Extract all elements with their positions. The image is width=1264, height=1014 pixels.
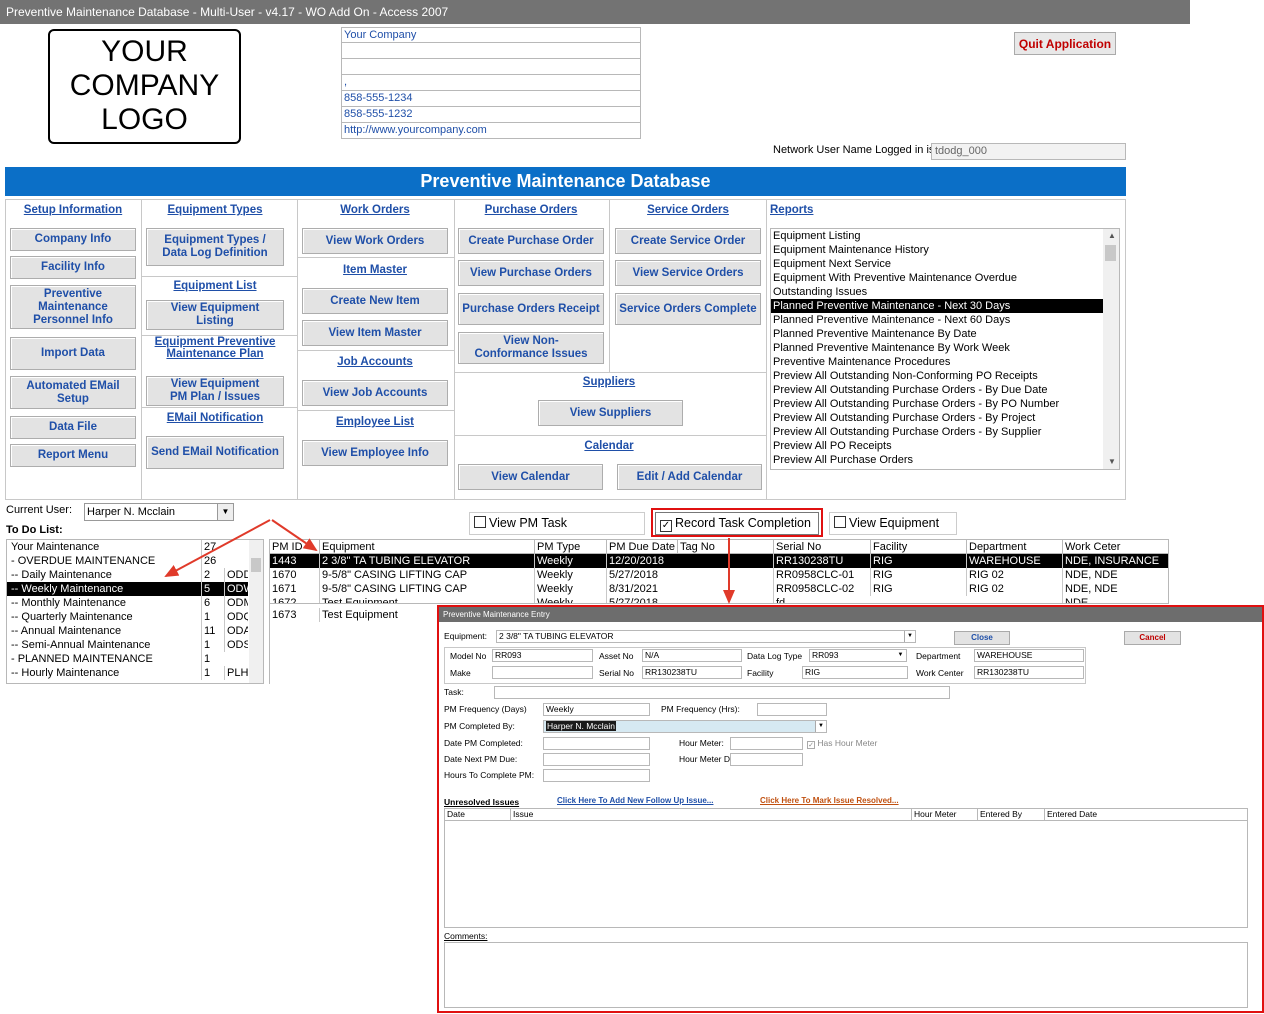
pm-entry-dialog: Preventive Maintenance Entry Equipment: … xyxy=(437,605,1264,1013)
facility-label: Facility xyxy=(747,668,774,678)
dialog-title: Preventive Maintenance Entry xyxy=(439,607,1262,622)
data-log-value: RR093 xyxy=(812,650,839,660)
close-button[interactable]: Close xyxy=(954,631,1010,645)
asset-no-label: Asset No xyxy=(599,651,634,661)
data-log-select[interactable]: RR093 ▼ xyxy=(809,649,907,662)
model-no-label: Model No xyxy=(450,651,487,661)
chevron-down-icon[interactable]: ▼ xyxy=(904,631,915,642)
completed-by-label: PM Completed By: xyxy=(444,721,515,731)
equipment-value: 2 3/8" TA TUBING ELEVATOR xyxy=(499,631,614,641)
hours-label: Hours To Complete PM: xyxy=(444,770,535,780)
facility-field[interactable]: RIG xyxy=(802,666,908,679)
issue-col-hour-meter: Hour Meter xyxy=(911,809,957,820)
equipment-select[interactable]: 2 3/8" TA TUBING ELEVATOR ▼ xyxy=(496,630,916,643)
task-field[interactable] xyxy=(494,686,950,699)
chevron-down-icon[interactable]: ▼ xyxy=(815,721,826,732)
hour-meter-due-field[interactable] xyxy=(730,753,803,766)
arrow-to-grid xyxy=(271,519,318,552)
task-label: Task: xyxy=(444,687,464,697)
asset-no-field[interactable]: N/A xyxy=(642,649,742,662)
pm-freq-hrs-label: PM Frequency (Hrs): xyxy=(661,704,740,714)
comments-field[interactable] xyxy=(444,942,1248,1008)
add-issue-link[interactable]: Click Here To Add New Follow Up Issue... xyxy=(557,796,713,805)
cancel-button[interactable]: Cancel xyxy=(1124,631,1181,645)
department-label: Department xyxy=(916,651,961,661)
data-log-label: Data Log Type xyxy=(747,651,803,661)
issue-col-entered-date: Entered Date xyxy=(1044,809,1097,820)
pm-freq-hrs-field[interactable] xyxy=(757,703,827,716)
has-hour-meter-label: Has Hour Meter xyxy=(817,738,878,748)
date-next-field[interactable] xyxy=(543,753,650,766)
date-completed-label: Date PM Completed: xyxy=(444,738,523,748)
pm-freq-days-field[interactable]: Weekly xyxy=(543,703,650,716)
hour-meter-field[interactable] xyxy=(730,737,803,750)
issue-col-issue: Issue xyxy=(510,809,533,820)
completed-by-select[interactable]: Harper N. Mcclain ▼ xyxy=(543,720,827,733)
issue-col-entered-by: Entered By xyxy=(977,809,1022,820)
hours-field[interactable] xyxy=(543,769,650,782)
serial-no-field[interactable]: RR130238TU xyxy=(642,666,742,679)
arrow-to-todo xyxy=(164,519,271,577)
hour-meter-label: Hour Meter: xyxy=(679,738,724,748)
completed-by-value: Harper N. Mcclain xyxy=(546,721,617,731)
equipment-label: Equipment: xyxy=(444,631,487,641)
department-field[interactable]: WAREHOUSE xyxy=(974,649,1084,662)
issue-col-date: Date xyxy=(447,809,465,819)
chevron-down-icon[interactable]: ▼ xyxy=(895,650,906,661)
pm-freq-days-label: PM Frequency (Days) xyxy=(444,704,527,714)
issues-header: Date Issue Hour Meter Entered By Entered… xyxy=(445,809,1247,821)
issues-grid[interactable]: Date Issue Hour Meter Entered By Entered… xyxy=(444,808,1248,928)
resolve-issue-link[interactable]: Click Here To Mark Issue Resolved... xyxy=(760,796,899,805)
serial-no-label: Serial No xyxy=(599,668,634,678)
model-no-field[interactable]: RR093 xyxy=(492,649,593,662)
work-center-field[interactable]: RR130238TU xyxy=(974,666,1084,679)
check-icon[interactable]: ✓ xyxy=(807,741,815,749)
make-label: Make xyxy=(450,668,471,678)
comments-label: Comments: xyxy=(444,931,488,941)
date-next-label: Date Next PM Due: xyxy=(444,754,518,764)
make-field[interactable] xyxy=(492,666,593,679)
work-center-label: Work Center xyxy=(916,668,964,678)
date-completed-field[interactable] xyxy=(543,737,650,750)
unresolved-issues-label: Unresolved Issues xyxy=(444,797,520,807)
has-hour-meter[interactable]: ✓ Has Hour Meter xyxy=(807,738,877,749)
